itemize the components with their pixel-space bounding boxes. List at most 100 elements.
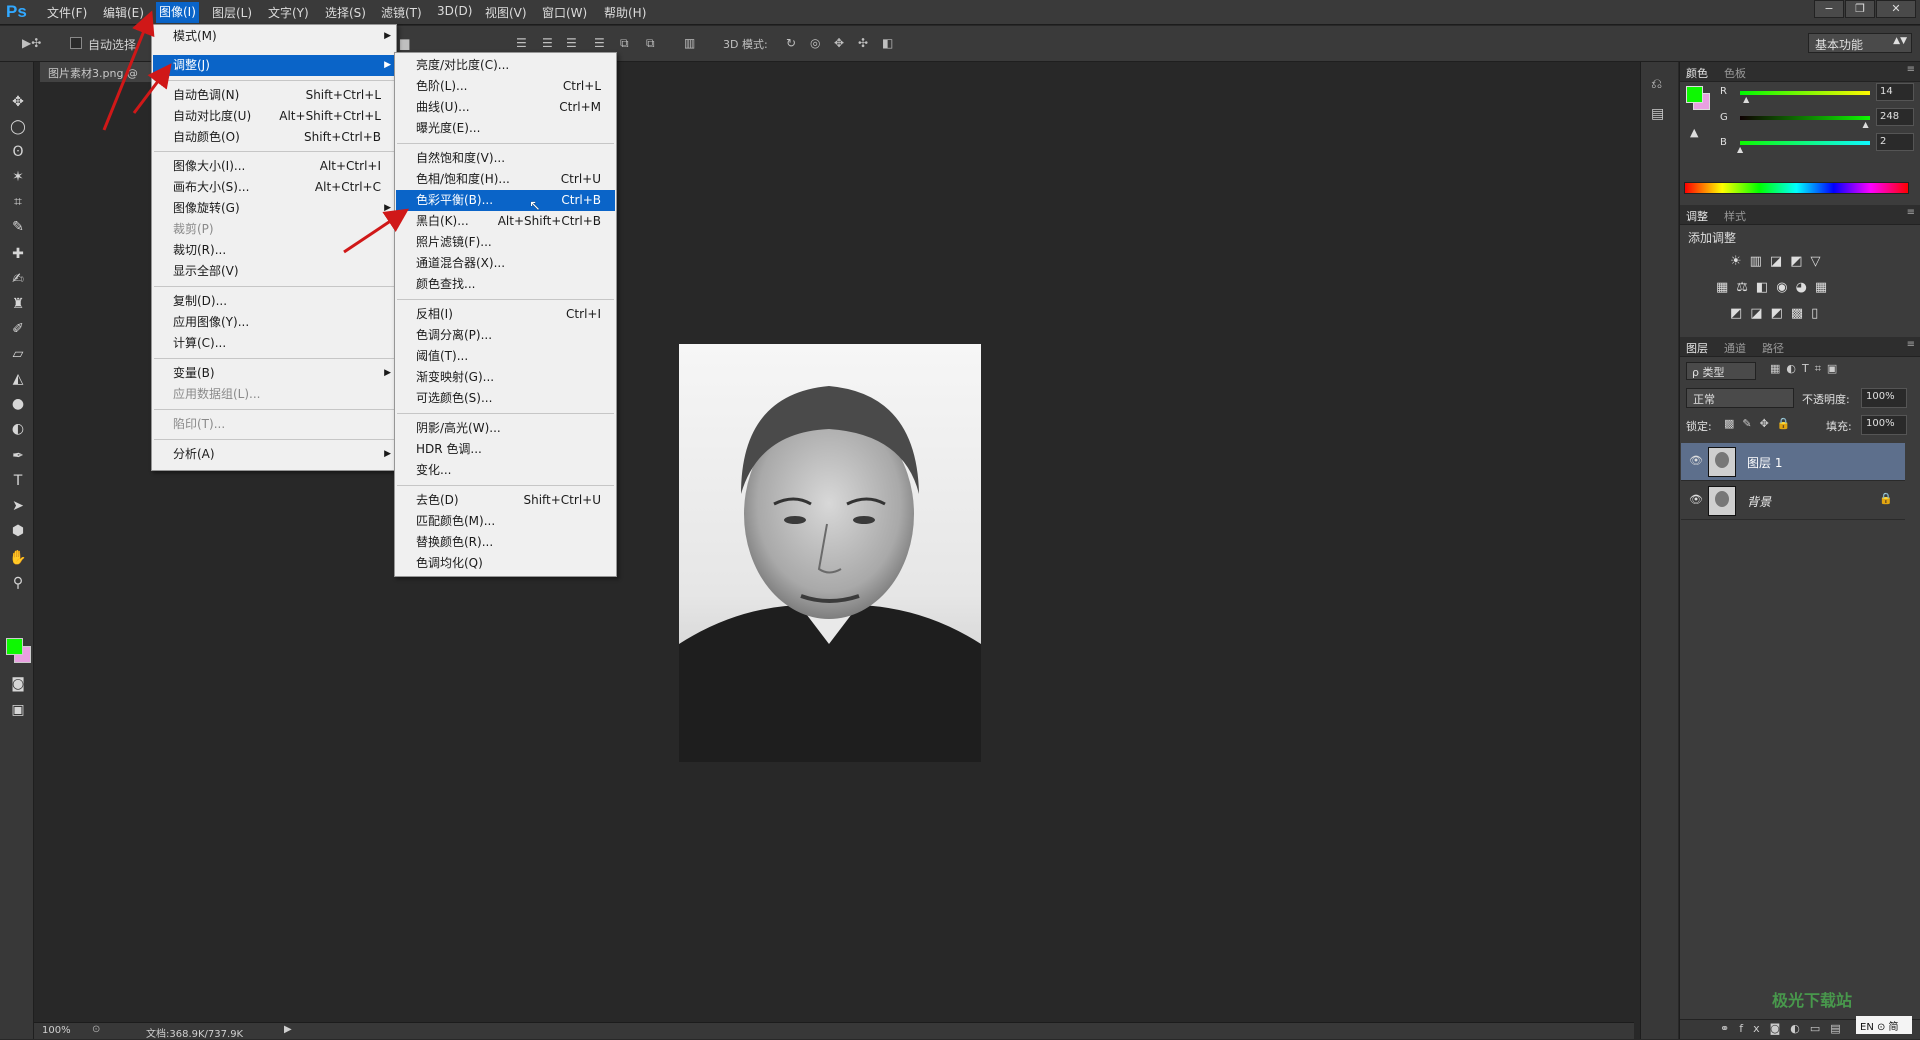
quick-mask-icon[interactable]: ◙ xyxy=(8,674,28,694)
workspace-select[interactable]: 基本功能 ▲▼ xyxy=(1808,33,1912,53)
visibility-eye-icon[interactable]: 👁 xyxy=(1689,454,1703,467)
close-button[interactable]: ✕ xyxy=(1876,0,1916,18)
paint-bucket-icon[interactable]: ◭ xyxy=(8,369,28,389)
menu-edit[interactable]: 编辑(E) xyxy=(103,4,144,21)
type-tool-icon[interactable]: T xyxy=(8,471,28,491)
menu-item-variables[interactable]: 变量(B) ▶ xyxy=(153,363,395,384)
tab-channels[interactable]: 通道 xyxy=(1724,340,1746,356)
move-tool-icon[interactable]: ✥ xyxy=(8,92,28,112)
menu-item-hue-saturation[interactable]: 色相/饱和度(H)... Ctrl+U xyxy=(396,169,615,190)
menu-item-color-lookup[interactable]: 颜色查找... xyxy=(396,274,615,295)
menu-image[interactable]: 图像(I) xyxy=(156,2,199,23)
lasso-tool-icon[interactable]: ʘ xyxy=(8,142,28,162)
menu-item-trim[interactable]: 裁切(R)... xyxy=(153,240,395,261)
menu-item-image-size[interactable]: 图像大小(I)... Alt+Ctrl+I xyxy=(153,156,395,177)
brush-tool-icon[interactable]: ✍ xyxy=(8,269,28,289)
menu-file[interactable]: 文件(F) xyxy=(47,4,87,21)
tab-paths[interactable]: 路径 xyxy=(1762,340,1784,356)
menu-item-shadows-highlights[interactable]: 阴影/高光(W)... xyxy=(396,418,615,439)
auto-select-checkbox[interactable] xyxy=(70,37,82,49)
distribute-top-icon[interactable]: ☰ xyxy=(594,36,608,50)
distribute-center-icon[interactable]: ⧉ xyxy=(620,36,634,50)
align-left-icon[interactable]: ☰ xyxy=(516,36,530,50)
pen-tool-icon[interactable]: ✒ xyxy=(8,446,28,466)
menu-item-equalize[interactable]: 色调均化(Q) xyxy=(396,553,615,574)
tab-swatches[interactable]: 色板 xyxy=(1724,65,1746,81)
align-right-icon[interactable]: ☰ xyxy=(566,36,580,50)
tab-color[interactable]: 颜色 xyxy=(1686,65,1708,81)
menu-item-adjustments[interactable]: 调整(J) ▶ xyxy=(153,55,395,76)
healing-brush-icon[interactable]: ✚ xyxy=(8,244,28,264)
menu-item-brightness-contrast[interactable]: 亮度/对比度(C)... xyxy=(396,55,615,76)
foreground-swatch[interactable] xyxy=(1686,86,1703,103)
layer-row-1[interactable]: 👁 图层 1 xyxy=(1681,443,1905,481)
dodge-tool-icon[interactable]: ◐ xyxy=(8,419,28,439)
menu-item-curves[interactable]: 曲线(U)... Ctrl+M xyxy=(396,97,615,118)
menu-item-auto-tone[interactable]: 自动色调(N) Shift+Ctrl+L xyxy=(153,85,395,106)
fill-input[interactable]: 100% xyxy=(1861,415,1907,435)
distribute-bottom-icon[interactable]: ⧉ xyxy=(646,36,660,50)
menu-item-analysis[interactable]: 分析(A) ▶ xyxy=(153,444,395,465)
channel-b-value[interactable]: 2 xyxy=(1876,133,1914,151)
channel-r-thumb[interactable]: ▲ xyxy=(1743,95,1749,104)
menu-3d[interactable]: 3D(D) xyxy=(437,4,472,18)
layer-filter-select[interactable]: ρ 类型 xyxy=(1686,362,1756,380)
lock-icons[interactable]: ▩✎✥🔒 xyxy=(1724,417,1799,430)
foreground-color-swatch[interactable] xyxy=(6,638,23,655)
minimize-button[interactable]: − xyxy=(1814,0,1844,18)
menu-item-replace-color[interactable]: 替换颜色(R)... xyxy=(396,532,615,553)
menu-item-invert[interactable]: 反相(I) Ctrl+I xyxy=(396,304,615,325)
align-center-icon[interactable]: ☰ xyxy=(542,36,556,50)
channel-g-slider[interactable] xyxy=(1740,116,1870,120)
blend-mode-select[interactable]: 正常 xyxy=(1686,388,1794,408)
menu-item-image-rotation[interactable]: 图像旋转(G) ▶ xyxy=(153,198,395,219)
menu-item-vibrance[interactable]: 自然饱和度(V)... xyxy=(396,148,615,169)
menu-item-hdr-toning[interactable]: HDR 色调... xyxy=(396,439,615,460)
blur-tool-icon[interactable]: ● xyxy=(8,394,28,414)
adjustment-icons-row-3[interactable]: ◩◪◩▩▯ xyxy=(1730,306,1826,321)
layer-row-background[interactable]: 👁 背景 🔒 xyxy=(1681,482,1905,520)
eyedropper-icon[interactable]: ✎ xyxy=(8,217,28,237)
eraser-tool-icon[interactable]: ▱ xyxy=(8,344,28,364)
layer-name[interactable]: 背景 xyxy=(1747,493,1771,510)
panel-menu-icon[interactable]: ≡ xyxy=(1907,339,1915,350)
menu-item-calculations[interactable]: 计算(C)... xyxy=(153,333,395,354)
menu-item-photo-filter[interactable]: 照片滤镜(F)... xyxy=(396,232,615,253)
zoom-tool-icon[interactable]: ⚲ xyxy=(8,573,28,593)
crop-tool-icon[interactable]: ⌗ xyxy=(8,192,28,212)
screen-mode-icon[interactable]: ▣ xyxy=(8,700,28,720)
menu-item-desaturate[interactable]: 去色(D) Shift+Ctrl+U xyxy=(396,490,615,511)
menu-item-variations[interactable]: 变化... xyxy=(396,460,615,481)
ime-indicator[interactable]: EN ⊙ 简 xyxy=(1856,1016,1912,1034)
menu-item-channel-mixer[interactable]: 通道混合器(X)... xyxy=(396,253,615,274)
zoom-level[interactable]: 100% xyxy=(42,1025,71,1036)
menu-item-mode[interactable]: 模式(M) ▶ xyxy=(153,26,395,47)
channel-r-slider[interactable] xyxy=(1740,91,1870,95)
layer-footer-icons[interactable]: ⚭fx◙◐▭▤ xyxy=(1720,1022,1851,1035)
opacity-input[interactable]: 100% xyxy=(1861,388,1907,408)
menu-item-posterize[interactable]: 色调分离(P)... xyxy=(396,325,615,346)
menu-item-exposure[interactable]: 曝光度(E)... xyxy=(396,118,615,139)
channel-b-slider[interactable] xyxy=(1740,141,1870,145)
menu-item-color-balance[interactable]: 色彩平衡(B)... Ctrl+B xyxy=(396,190,615,211)
history-panel-icon[interactable]: ⎌ xyxy=(1651,76,1662,92)
history-brush-icon[interactable]: ✐ xyxy=(8,319,28,339)
tab-styles[interactable]: 样式 xyxy=(1724,208,1746,224)
layer-filter-icons[interactable]: ▦◐T⌗▣ xyxy=(1770,362,1843,376)
3d-scale-icon[interactable]: ◧ xyxy=(882,36,896,50)
panel-menu-icon[interactable]: ≡ xyxy=(1907,64,1915,75)
panel-menu-icon[interactable]: ≡ xyxy=(1907,207,1915,218)
3d-pan-icon[interactable]: ✥ xyxy=(834,36,848,50)
align-top-icon[interactable]: ▆ xyxy=(400,36,414,50)
menu-item-apply-image[interactable]: 应用图像(Y)... xyxy=(153,312,395,333)
restore-button[interactable]: ❐ xyxy=(1845,0,1875,18)
tab-adjustments[interactable]: 调整 xyxy=(1686,208,1708,224)
magic-wand-icon[interactable]: ✶ xyxy=(8,167,28,187)
menu-window[interactable]: 窗口(W) xyxy=(542,4,587,21)
color-spectrum-ramp[interactable] xyxy=(1684,182,1909,194)
channel-b-thumb[interactable]: ▲ xyxy=(1737,145,1743,154)
visibility-eye-icon[interactable]: 👁 xyxy=(1689,493,1703,506)
menu-item-match-color[interactable]: 匹配颜色(M)... xyxy=(396,511,615,532)
menu-item-threshold[interactable]: 阈值(T)... xyxy=(396,346,615,367)
menu-item-gradient-map[interactable]: 渐变映射(G)... xyxy=(396,367,615,388)
